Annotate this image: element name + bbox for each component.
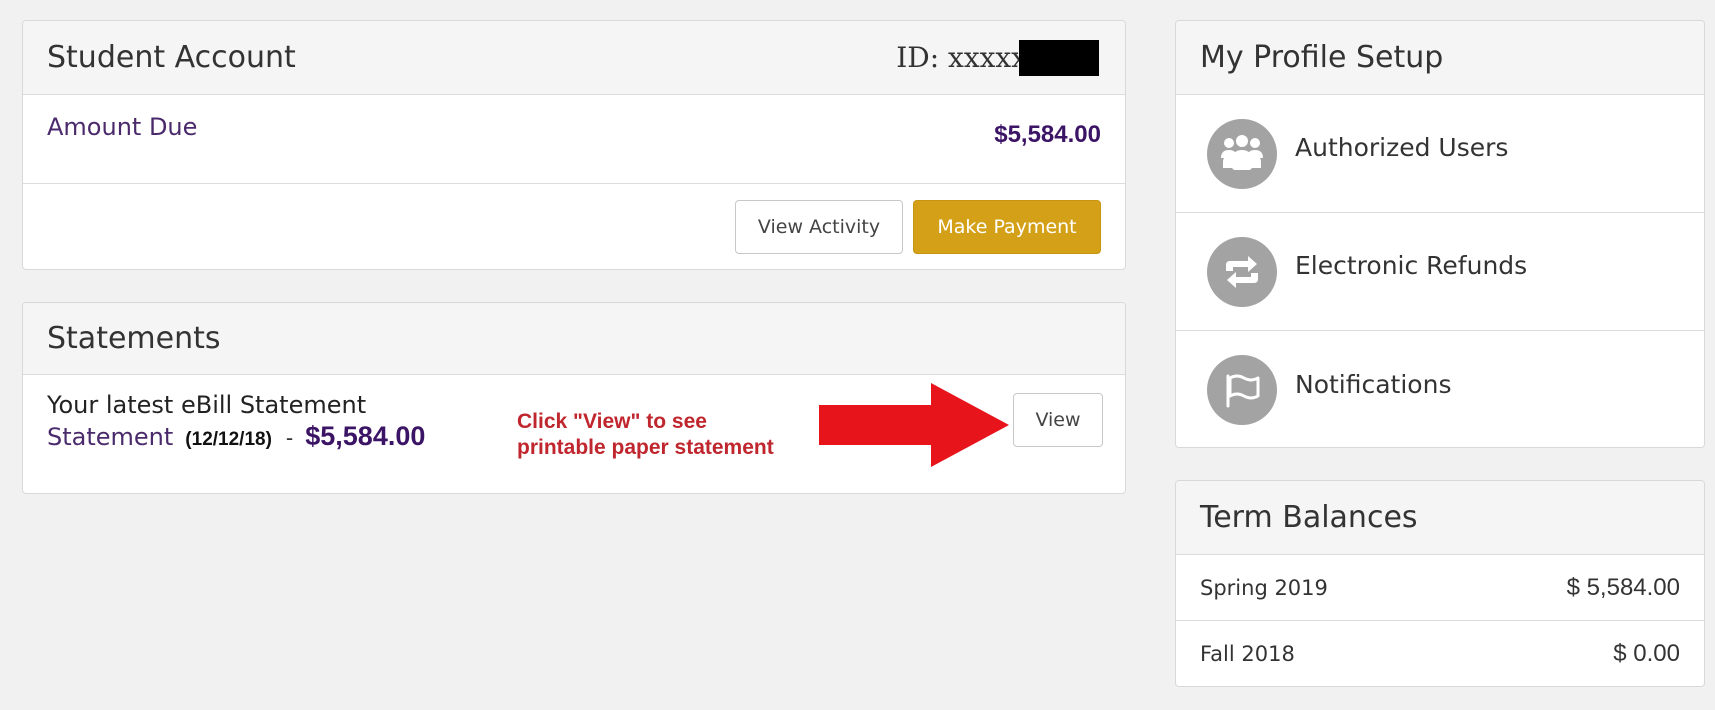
term-balances-panel: Term Balances Spring 2019 $ 5,584.00 Fal… xyxy=(1175,480,1705,687)
statements-header: Statements xyxy=(23,303,1125,375)
statement-line: Statement (12/12/18) - $5,584.00 xyxy=(47,421,425,452)
red-arrow-icon xyxy=(819,383,1009,467)
view-activity-button[interactable]: View Activity xyxy=(735,199,903,254)
term-name: Fall 2018 xyxy=(1200,642,1295,666)
amount-due-value: $5,584.00 xyxy=(994,121,1101,148)
statements-panel: Statements Your latest eBill Statement S… xyxy=(22,302,1126,494)
term-balances-title: Term Balances xyxy=(1200,500,1418,535)
term-amount: $ 5,584.00 xyxy=(1566,573,1680,601)
profile-item-electronic-refunds[interactable]: Electronic Refunds xyxy=(1176,213,1704,331)
term-row-fall-2018: Fall 2018 $ 0.00 xyxy=(1176,621,1704,686)
account-actions: View Activity Make Payment xyxy=(23,184,1125,269)
profile-setup-header: My Profile Setup xyxy=(1176,21,1704,95)
statement-link[interactable]: Statement xyxy=(47,423,173,451)
profile-item-label: Electronic Refunds xyxy=(1295,251,1528,280)
make-payment-button[interactable]: Make Payment xyxy=(913,199,1101,254)
term-row-spring-2019: Spring 2019 $ 5,584.00 xyxy=(1176,555,1704,621)
profile-item-notifications[interactable]: Notifications xyxy=(1176,331,1704,447)
id-redaction-bar xyxy=(1019,39,1099,76)
annotation-line-1: Click "View" to see xyxy=(517,410,707,433)
student-account-panel: Student Account ID: xxxxx Amount Due $5,… xyxy=(22,20,1126,270)
profile-item-authorized-users[interactable]: Authorized Users xyxy=(1176,95,1704,213)
statement-amount: $5,584.00 xyxy=(305,421,426,451)
statement-separator: - xyxy=(285,425,294,450)
latest-statement-label: Your latest eBill Statement xyxy=(47,391,367,419)
term-balances-header: Term Balances xyxy=(1176,481,1704,555)
statement-body: Your latest eBill Statement Statement (1… xyxy=(23,375,1125,493)
statement-date: (12/12/18) xyxy=(185,429,272,450)
users-icon xyxy=(1207,118,1277,189)
flag-icon xyxy=(1207,355,1277,425)
refresh-icon xyxy=(1207,236,1277,307)
annotation-line-2: printable paper statement xyxy=(517,436,774,459)
amount-due-row: Amount Due $5,584.00 xyxy=(23,95,1125,184)
student-id-text: ID: xxxxx xyxy=(896,41,1027,74)
profile-setup-panel: My Profile Setup Authorized Users Electr… xyxy=(1175,20,1705,448)
statements-title: Statements xyxy=(47,321,221,356)
view-annotation: Click "View" to see printable paper stat… xyxy=(517,409,774,461)
student-account-header: Student Account ID: xxxxx xyxy=(23,21,1125,95)
profile-setup-title: My Profile Setup xyxy=(1200,40,1444,75)
term-name: Spring 2019 xyxy=(1200,575,1328,600)
student-id: ID: xxxxx xyxy=(896,39,1101,76)
student-account-title: Student Account xyxy=(47,40,296,75)
amount-due-label: Amount Due xyxy=(47,113,198,141)
view-statement-button[interactable]: View xyxy=(1013,393,1103,447)
profile-item-label: Authorized Users xyxy=(1295,133,1509,162)
profile-item-label: Notifications xyxy=(1295,369,1452,399)
term-amount: $ 0.00 xyxy=(1613,640,1680,667)
